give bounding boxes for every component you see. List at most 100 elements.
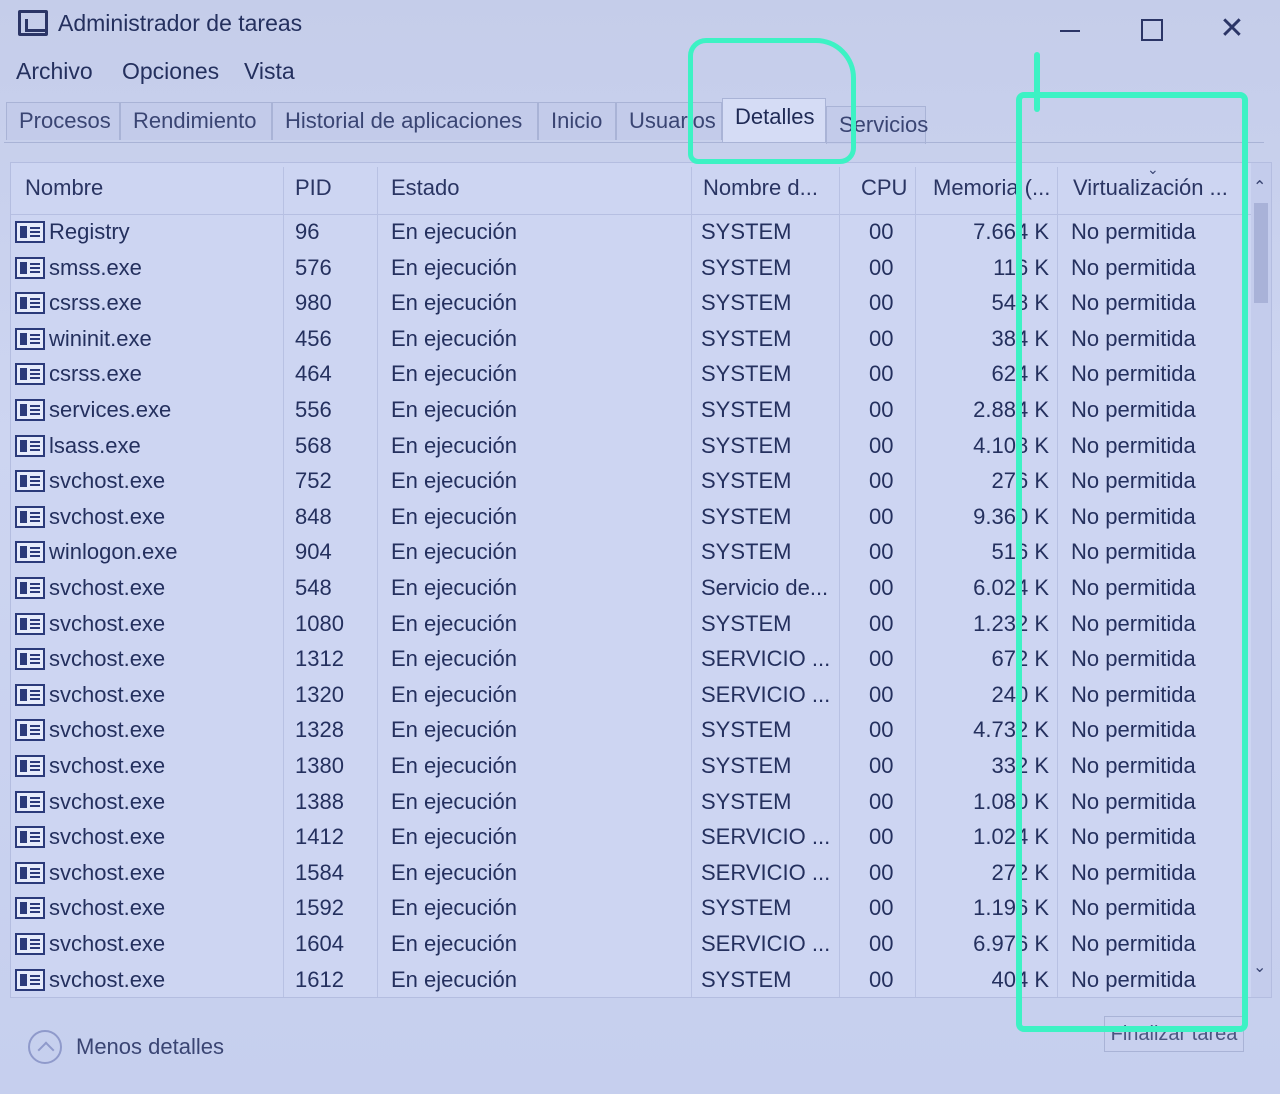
process-pid: 1584 [295,859,344,885]
tab-rendimiento[interactable]: Rendimiento [120,102,272,140]
process-state: En ejecución [391,788,517,814]
process-memory: 516 K [991,539,1050,565]
column-header-state[interactable]: Estado [391,175,460,201]
process-window-icon [15,968,45,991]
tab-procesos[interactable]: Procesos [6,102,120,140]
process-memory: 276 K [991,468,1050,494]
minimize-icon[interactable] [1050,14,1090,44]
process-state: En ejecución [391,610,517,636]
process-name: svchost.exe [49,646,166,672]
column-header-memory[interactable]: Memoria (... [933,175,1050,201]
table-row[interactable]: svchost.exe 1412 En ejecución SERVICIO ... 0… [11,820,1251,855]
table-row[interactable]: svchost.exe 1604 En ejecución SERVICIO ... 0… [11,927,1251,962]
process-virtualization: No permitida [1071,325,1196,351]
table-row[interactable]: Registry 96 En ejecución SYSTEM 00 7.664 K No … [11,215,1251,250]
process-user: SERVICIO ... [701,859,831,885]
process-virtualization: No permitida [1071,966,1196,992]
process-state: En ejecución [391,895,517,921]
process-state: En ejecución [391,468,517,494]
column-header-virtualization[interactable]: Virtualización ... [1073,175,1228,201]
scrollbar-thumb[interactable] [1254,203,1268,303]
process-state: En ejecución [391,219,517,244]
table-row[interactable]: svchost.exe 1592 En ejecución SYSTEM 00 1.196… [11,891,1251,926]
menu-archivo[interactable]: Archivo [16,58,93,85]
close-icon[interactable]: ✕ [1212,14,1252,44]
chevron-up-icon[interactable] [28,1030,62,1064]
tab-historial[interactable]: Historial de aplicaciones [272,102,538,140]
scroll-up-icon[interactable]: ⌃ [1253,177,1266,197]
process-user: SYSTEM [701,788,792,814]
table-row[interactable]: svchost.exe 548 En ejecución Servicio de...… [11,571,1251,606]
process-state: En ejecución [391,361,517,387]
process-memory: 272 K [991,859,1050,885]
process-memory: 1.024 K [973,824,1049,850]
table-row[interactable]: svchost.exe 1612 En ejecución SYSTEM 00 404 K… [11,963,1251,998]
process-memory: 404 K [991,966,1050,992]
process-name: services.exe [49,397,172,422]
table-row[interactable]: lsass.exe 568 En ejecución SYSTEM 00 4.108 K N… [11,429,1251,464]
table-row[interactable]: wininit.exe 456 En ejecución SYSTEM 00 384 K N… [11,322,1251,357]
process-memory: 332 K [991,753,1050,778]
process-virtualization: No permitida [1071,575,1196,600]
menu-opciones[interactable]: Opciones [122,58,219,85]
process-memory: 9.360 K [973,503,1049,529]
tabs-divider [4,142,1264,143]
sort-chevron-icon: ⌄ [1147,161,1159,177]
process-window-icon [15,505,45,528]
table-row[interactable]: csrss.exe 464 En ejecución SYSTEM 00 624 K No … [11,357,1251,392]
process-name: svchost.exe [49,931,166,956]
column-header-user[interactable]: Nombre d... [703,175,818,201]
table-row[interactable]: svchost.exe 1080 En ejecución SYSTEM 00 1.232… [11,607,1251,642]
table-row[interactable]: svchost.exe 1380 En ejecución SYSTEM 00 332 K… [11,749,1251,784]
scroll-down-icon[interactable]: ⌄ [1253,957,1266,977]
process-user: Servicio de... [701,575,829,600]
process-user: SYSTEM [701,219,792,244]
tab-servicios[interactable]: Servicios [826,106,928,144]
table-row[interactable]: svchost.exe 752 En ejecución SYSTEM 00 276 K N… [11,464,1251,499]
fewer-details-link[interactable]: Menos detalles [76,1034,224,1060]
maximize-icon[interactable] [1130,14,1170,44]
process-window-icon [15,256,45,279]
table-row[interactable]: smss.exe 576 En ejecución SYSTEM 00 116 K No p… [11,251,1251,286]
column-header-name[interactable]: Nombre [25,175,103,201]
table-row[interactable]: svchost.exe 1320 En ejecución SERVICIO ... 0… [11,678,1251,713]
process-state: En ejecución [391,254,517,280]
process-pid: 1080 [295,610,344,636]
table-row[interactable]: winlogon.exe 904 En ejecución SYSTEM 00 516 K… [11,535,1251,570]
table-row[interactable]: svchost.exe 848 En ejecución SYSTEM 00 9.360 … [11,500,1251,535]
process-virtualization: No permitida [1071,753,1196,778]
process-virtualization: No permitida [1071,539,1196,565]
vertical-scrollbar[interactable]: ⌃ ⌄ [1251,163,1271,997]
table-row[interactable]: svchost.exe 1584 En ejecución SERVICIO ... 0… [11,856,1251,891]
table-row[interactable]: svchost.exe 1388 En ejecución SYSTEM 00 1.080… [11,785,1251,820]
column-header-pid[interactable]: PID [295,175,332,201]
table-row[interactable]: svchost.exe 1312 En ejecución SERVICIO ... 0… [11,642,1251,677]
column-header-cpu[interactable]: CPU [861,175,907,201]
process-pid: 848 [295,503,332,529]
process-window-icon [15,541,45,564]
process-cpu: 00 [869,361,894,387]
process-cpu: 00 [869,397,894,422]
process-state: En ejecución [391,931,517,956]
menu-vista[interactable]: Vista [244,58,295,85]
process-memory: 4.732 K [973,717,1049,743]
process-window-icon [15,292,45,315]
end-task-button[interactable]: Finalizar tarea [1104,1016,1244,1052]
table-row[interactable]: services.exe 556 En ejecución SYSTEM 00 2.884… [11,393,1251,428]
process-cpu: 00 [869,432,894,458]
process-user: SYSTEM [701,503,792,529]
process-cpu: 00 [869,966,894,992]
table-row[interactable]: csrss.exe 980 En ejecución SYSTEM 00 548 K No … [11,286,1251,321]
process-cpu: 00 [869,895,894,921]
tab-usuarios[interactable]: Usuarios [616,102,722,140]
process-user: SYSTEM [701,717,792,743]
process-name: svchost.exe [49,717,166,743]
table-row[interactable]: svchost.exe 1328 En ejecución SYSTEM 00 4.732… [11,713,1251,748]
process-memory: 624 K [991,361,1050,387]
process-name: svchost.exe [49,966,166,992]
process-user: SYSTEM [701,361,792,387]
tab-detalles[interactable]: Detalles [722,98,826,142]
table-header: Nombre PID Estado Nombre d... CPU Memori… [11,161,1251,215]
tab-inicio[interactable]: Inicio [538,102,616,140]
process-pid: 1412 [295,824,344,850]
